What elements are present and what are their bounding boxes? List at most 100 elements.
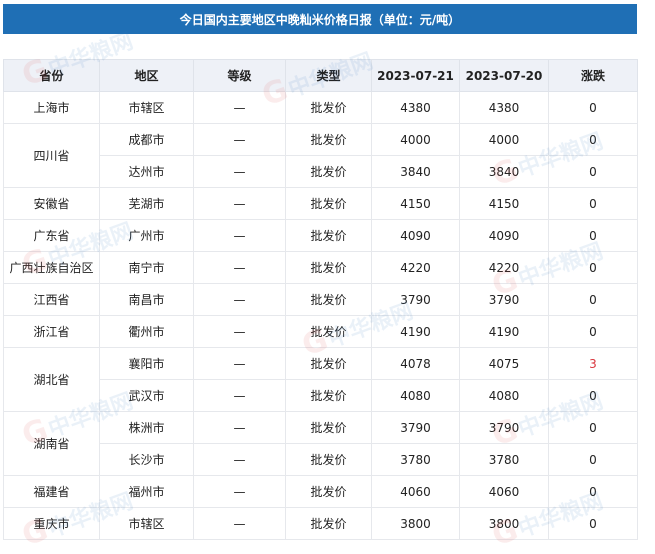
cell-price-previous: 3790: [459, 411, 549, 444]
cell-region: 广州市: [99, 219, 194, 252]
cell-region: 南宁市: [99, 251, 194, 284]
cell-change: 0: [548, 411, 638, 444]
header-change: 涨跌: [548, 59, 638, 92]
cell-type: 批发价: [285, 411, 372, 444]
cell-price-previous: 4000: [459, 123, 549, 156]
cell-region: 市辖区: [99, 507, 194, 540]
report-title: 今日国内主要地区中晚籼米价格日报（单位：元/吨）: [3, 4, 637, 34]
cell-price-current: 3790: [371, 411, 460, 444]
cell-type: 批发价: [285, 379, 372, 412]
cell-type: 批发价: [285, 443, 372, 476]
table-row: 广西壮族自治区 南宁市 — 批发价 4220 4220 0: [3, 251, 638, 284]
cell-price-previous: 3790: [459, 283, 549, 316]
cell-price-previous: 4150: [459, 187, 549, 220]
cell-change: 0: [548, 507, 638, 540]
cell-price-current: 4190: [371, 315, 460, 348]
cell-grade: —: [193, 443, 286, 476]
cell-type: 批发价: [285, 251, 372, 284]
cell-price-current: 4080: [371, 379, 460, 412]
cell-province: 安徽省: [3, 187, 100, 220]
cell-province: 福建省: [3, 475, 100, 508]
cell-province: 江西省: [3, 283, 100, 316]
cell-change: 0: [548, 251, 638, 284]
cell-price-current: 3840: [371, 155, 460, 188]
cell-price-current: 4380: [371, 91, 460, 124]
cell-province: 广东省: [3, 219, 100, 252]
cell-type: 批发价: [285, 475, 372, 508]
table-body: 上海市 市辖区 — 批发价 4380 4380 0 四川省 成都市 — 批发价 4000 4000 0 达州…: [3, 91, 638, 540]
header-date-2: 2023-07-20: [459, 59, 549, 92]
cell-grade: —: [193, 155, 286, 188]
table-row: 达州市 — 批发价 3840 3840 0: [4, 155, 638, 188]
cell-change: 0: [548, 379, 638, 412]
cell-change: 0: [548, 219, 638, 252]
cell-region: 襄阳市: [99, 347, 194, 380]
cell-type: 批发价: [285, 347, 372, 380]
cell-change: 3: [548, 347, 638, 380]
cell-province: 四川省: [3, 123, 100, 188]
page: 今日国内主要地区中晚籼米价格日报（单位：元/吨） 省份 地区 等级 类型 202…: [0, 0, 655, 554]
cell-grade: —: [193, 475, 286, 508]
cell-price-current: 3800: [371, 507, 460, 540]
cell-grade: —: [193, 219, 286, 252]
cell-region: 成都市: [99, 123, 194, 156]
cell-change: 0: [548, 443, 638, 476]
cell-price-previous: 3800: [459, 507, 549, 540]
header-province: 省份: [3, 59, 100, 92]
cell-price-previous: 4190: [459, 315, 549, 348]
header-row: 省份 地区 等级 类型 2023-07-21 2023-07-20 涨跌: [3, 59, 638, 92]
cell-price-previous: 4220: [459, 251, 549, 284]
cell-region: 武汉市: [99, 379, 194, 412]
cell-price-current: 3790: [371, 283, 460, 316]
cell-change: 0: [548, 91, 638, 124]
table-row: 江西省 南昌市 — 批发价 3790 3790 0: [3, 283, 638, 316]
cell-change: 0: [548, 123, 638, 156]
cell-grade: —: [193, 91, 286, 124]
header-type: 类型: [285, 59, 372, 92]
cell-price-previous: 4090: [459, 219, 549, 252]
cell-region: 长沙市: [99, 443, 194, 476]
header-region: 地区: [99, 59, 194, 92]
cell-change: 0: [548, 315, 638, 348]
cell-region: 芜湖市: [99, 187, 194, 220]
table-row: 湖北省 襄阳市 — 批发价 4078 4075 3: [3, 347, 638, 412]
cell-price-current: 4220: [371, 251, 460, 284]
cell-region: 达州市: [99, 155, 194, 188]
cell-grade: —: [193, 411, 286, 444]
cell-type: 批发价: [285, 187, 372, 220]
cell-type: 批发价: [285, 315, 372, 348]
cell-grade: —: [193, 251, 286, 284]
cell-price-current: 4078: [371, 347, 460, 380]
cell-price-previous: 4380: [459, 91, 549, 124]
cell-change: 0: [548, 155, 638, 188]
cell-grade: —: [193, 347, 286, 380]
table-row: 福建省 福州市 — 批发价 4060 4060 0: [3, 475, 638, 508]
cell-type: 批发价: [285, 155, 372, 188]
table-row: 四川省 成都市 — 批发价 4000 4000 0: [3, 123, 638, 188]
cell-region: 衢州市: [99, 315, 194, 348]
cell-region: 株洲市: [99, 411, 194, 444]
cell-province: 湖南省: [3, 411, 100, 476]
cell-change: 0: [548, 475, 638, 508]
cell-grade: —: [193, 379, 286, 412]
cell-change: 0: [548, 283, 638, 316]
cell-price-current: 4090: [371, 219, 460, 252]
table-row: 长沙市 — 批发价 3780 3780 0: [4, 443, 638, 476]
cell-price-current: 4150: [371, 187, 460, 220]
table-row: 湖南省 株洲市 — 批发价 3790 3790 0: [3, 411, 638, 476]
cell-province: 重庆市: [3, 507, 100, 540]
cell-price-previous: 3840: [459, 155, 549, 188]
table-row: 广东省 广州市 — 批发价 4090 4090 0: [3, 219, 638, 252]
cell-type: 批发价: [285, 283, 372, 316]
cell-price-current: 3780: [371, 443, 460, 476]
table-row: 浙江省 衢州市 — 批发价 4190 4190 0: [3, 315, 638, 348]
cell-grade: —: [193, 187, 286, 220]
cell-change: 0: [548, 187, 638, 220]
cell-type: 批发价: [285, 219, 372, 252]
header-grade: 等级: [193, 59, 286, 92]
cell-province: 浙江省: [3, 315, 100, 348]
cell-grade: —: [193, 315, 286, 348]
table-row: 安徽省 芜湖市 — 批发价 4150 4150 0: [3, 187, 638, 220]
cell-type: 批发价: [285, 507, 372, 540]
cell-region: 南昌市: [99, 283, 194, 316]
